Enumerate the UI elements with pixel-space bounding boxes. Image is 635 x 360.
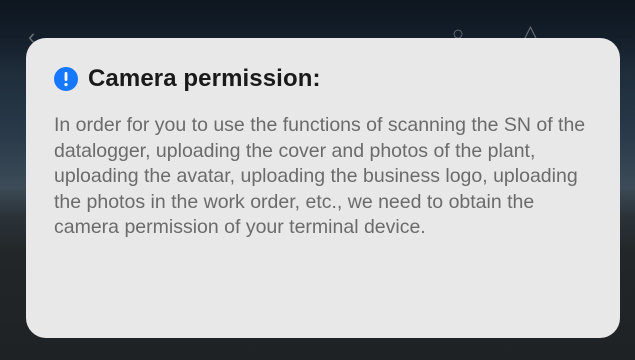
- dialog-title: Camera permission:: [88, 65, 321, 92]
- app-screen: ‹ ○ △ Camera permission: In order for yo…: [0, 0, 635, 360]
- permission-dialog: Camera permission: In order for you to u…: [26, 38, 620, 338]
- dialog-message: In order for you to use the functions of…: [54, 114, 586, 238]
- info-icon: [54, 67, 78, 91]
- dialog-header: Camera permission:: [54, 64, 590, 94]
